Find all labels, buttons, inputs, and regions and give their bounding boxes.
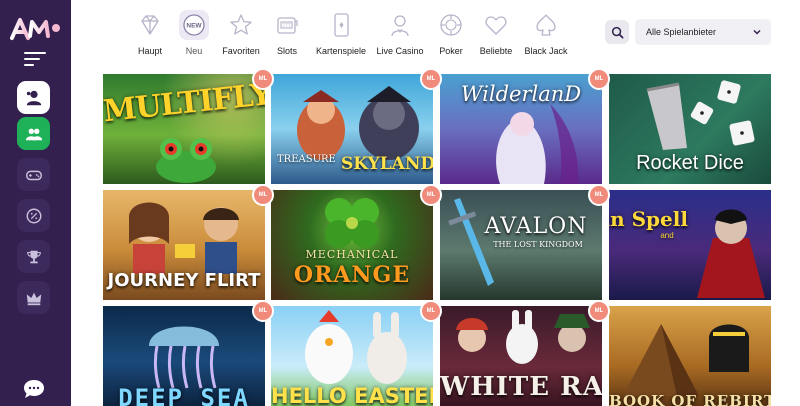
nav-label: Neu [185,46,203,56]
provider-badge[interactable]: ML [420,300,442,322]
trophy-icon [26,250,41,263]
user-icon [26,90,41,105]
characters-art [129,202,239,274]
jellyfish-art [149,326,219,389]
game-title: AVALON [484,214,588,239]
sidebar [0,0,71,406]
game-tile-treasure-skyland[interactable]: TREASURE SKYLAND [271,74,433,184]
game-title: DEEP SEA [118,384,250,406]
nav-label: Slots [276,46,297,56]
game-tile-multifly[interactable]: MULTIFLY! [103,74,265,184]
game-title: SKYLAND [341,154,433,174]
game-tile-book-of-rebirth[interactable]: BOOK OF REBIRTH [609,306,771,406]
svg-text:777: 777 [282,23,291,29]
provider-badge[interactable]: ML [588,68,610,90]
chevron-down-icon [753,29,761,35]
nav-item-black-jack[interactable]: Black Jack [513,0,579,60]
game-title: ORANGE [293,262,411,288]
card-icon [334,13,349,37]
provider-badge[interactable]: ML [252,68,274,90]
game-tile-deep-sea[interactable]: DEEP SEA [103,306,265,406]
friends-button[interactable] [17,117,50,150]
new-icon-text: NEW [186,23,202,30]
profile-button[interactable] [17,81,50,114]
search-icon [611,26,623,38]
provider-badge[interactable]: ML [252,300,274,322]
vip-button[interactable] [17,281,50,314]
dice-cup-art [646,80,755,150]
provider-badge[interactable]: ML [588,300,610,322]
game-subtitle: TREASURE [277,154,336,165]
egypt-art [623,324,749,396]
frog-art [156,138,216,183]
game-title: HELLO EASTER [271,384,433,406]
game-tile-journey-flirt[interactable]: JOURNEY FLIRT [103,190,265,300]
heart-icon [485,16,507,35]
game-subtitle: THE LOST KINGDOM [493,240,583,249]
elf-art [496,104,579,184]
provider-badge[interactable]: ML [588,184,610,206]
provider-select[interactable]: Alle Spielanbieter [635,19,771,45]
game-subtitle: and [660,231,674,240]
game-title: Spin Spell [609,207,688,231]
provider-badge[interactable]: ML [420,184,442,206]
nav-label: Beliebte [479,46,513,56]
game-title: JOURNEY FLIRT [107,270,261,291]
game-tile-wilderland[interactable]: WilderlanD [440,74,602,184]
vampire-art [697,209,765,298]
tournaments-button[interactable] [17,240,50,273]
game-tile-hello-easter[interactable]: HELLO EASTER [271,306,433,406]
provider-select-value: Alle Spielanbieter [646,27,717,37]
poker-chip-icon [440,14,462,36]
game-tile-mechanical-orange[interactable]: MECHANICAL ORANGE [271,190,433,300]
search-button[interactable] [605,20,629,44]
users-icon [25,128,42,140]
game-title: Rocket Dice [636,152,744,174]
game-tile-avalon[interactable]: AVALON THE LOST KINGDOM [440,190,602,300]
nav-label: Poker [439,46,463,56]
provider-badge[interactable]: ML [252,184,274,206]
crown-icon [26,292,41,305]
slot-machine-icon: 777 [277,17,298,34]
nav-label: Haupt [137,46,163,56]
gamepad-icon [25,170,42,180]
provider-badge[interactable]: ML [420,68,442,90]
game-tile-spin-and-spell[interactable]: Spin Spell and [609,190,771,300]
percent-badge-icon [26,208,41,223]
game-title: WHITE RABBIT [440,372,602,402]
nav-label: Black Jack [524,46,568,56]
game-tile-rocket-dice[interactable]: Rocket Dice [609,74,771,184]
chat-icon[interactable] [22,378,46,400]
brand-logo[interactable] [8,14,64,44]
menu-toggle-button[interactable] [24,52,46,66]
promotions-button[interactable] [17,199,50,232]
clover-art [325,198,379,248]
dealer-icon [391,15,409,37]
category-nav: Haupt NEW Neu Favoriten 777 Slots Karten… [71,0,800,64]
new-icon: NEW [183,14,205,36]
game-title: WilderlanD [460,82,582,106]
game-tile-white-rabbit[interactable]: WHITE RABBIT [440,306,602,406]
pirates-art [297,86,419,160]
spade-icon [536,14,556,36]
star-icon [230,14,252,35]
game-title: BOOK OF REBIRTH [609,392,771,406]
game-subtitle: MECHANICAL [305,248,399,261]
wonderland-art [456,310,590,364]
nav-label: Kartenspiele [315,46,367,56]
games-button[interactable] [17,158,50,191]
easter-art [305,310,407,384]
nav-item-kartenspiele[interactable]: Kartenspiele [308,0,374,60]
nav-label: Live Casino [376,46,424,56]
diamond-icon [141,15,159,35]
